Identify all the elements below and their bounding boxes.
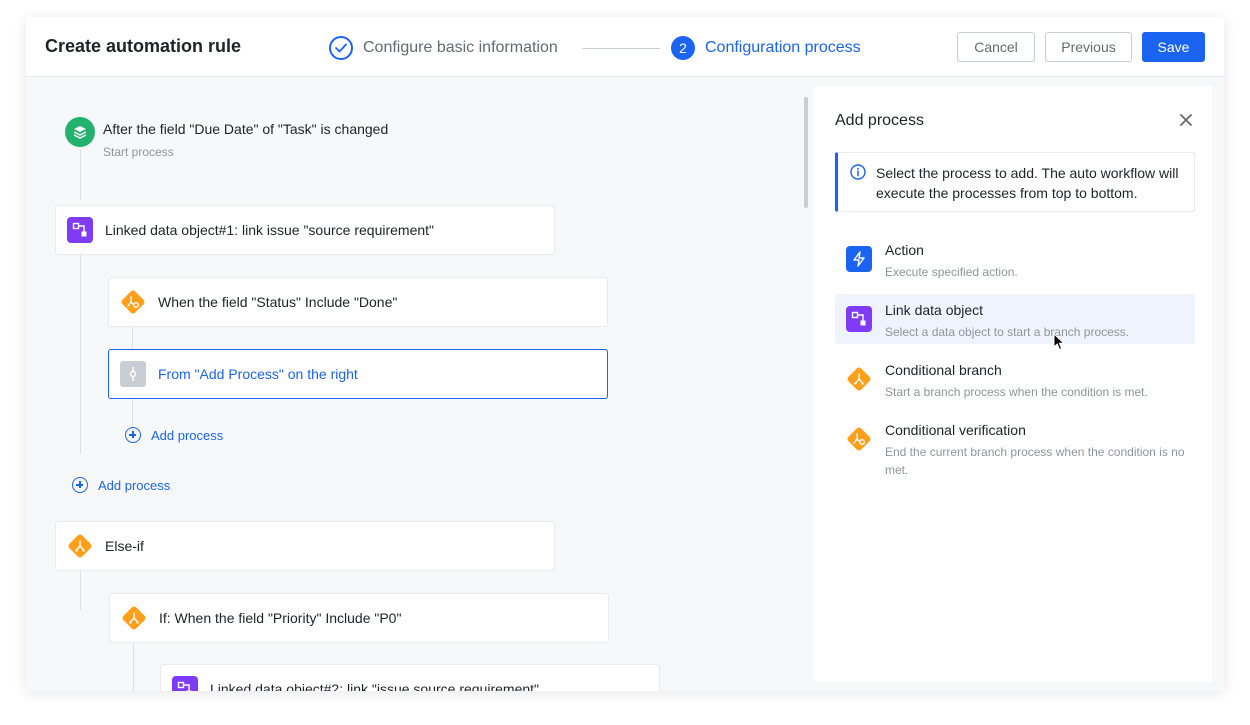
flow-canvas[interactable]: After the field "Due Date" of "Task" is … — [26, 78, 814, 691]
conditional-verification-icon — [846, 426, 872, 452]
option-conditional-verification[interactable]: Conditional verification End the current… — [835, 414, 1195, 478]
flow-connector — [80, 150, 81, 200]
flow-connector — [80, 570, 81, 610]
option-conditional-branch[interactable]: Conditional branch Start a branch proces… — [835, 354, 1195, 404]
start-trigger-subtitle: Start process — [103, 145, 174, 159]
node-label: When the field "Status" Include "Done" — [158, 294, 398, 310]
option-description: Select a data object to start a branch p… — [885, 325, 1130, 339]
node-label: Linked data object#1: link issue "source… — [105, 222, 435, 238]
check-icon — [329, 36, 353, 60]
step-connector — [582, 48, 660, 49]
option-link-data-object[interactable]: Link data object Select a data object to… — [835, 294, 1195, 344]
node-label: If: When the field "Priority" Include "P… — [159, 610, 402, 626]
link-data-object-icon — [172, 676, 198, 691]
add-process-outer-button[interactable]: Add process — [72, 477, 170, 493]
conditional-branch-icon — [121, 605, 147, 631]
placeholder-icon — [120, 361, 146, 387]
start-trigger-title[interactable]: After the field "Due Date" of "Task" is … — [103, 121, 388, 137]
previous-button[interactable]: Previous — [1045, 32, 1132, 62]
step-number-badge: 2 — [671, 36, 695, 60]
add-process-inner-button[interactable]: Add process — [125, 427, 223, 443]
step-label: Configuration process — [705, 39, 861, 56]
flow-node-linked-data-object-2[interactable]: Linked data object#2: link "issue source… — [160, 664, 660, 691]
option-name: Conditional verification — [885, 422, 1026, 438]
node-label: Else-if — [105, 538, 144, 554]
link-data-object-icon — [67, 217, 93, 243]
option-action[interactable]: Action Execute specified action. — [835, 234, 1195, 284]
add-process-label: Add process — [151, 427, 224, 443]
flow-node-if-priority[interactable]: If: When the field "Priority" Include "P… — [109, 593, 609, 643]
add-process-label: Add process — [98, 477, 171, 493]
option-name: Link data object — [885, 302, 984, 318]
option-name: Action — [885, 242, 924, 258]
conditional-verification-icon — [120, 289, 146, 315]
step-configure-basic-information[interactable]: Configure basic information — [329, 36, 558, 60]
option-name: Conditional branch — [885, 362, 1002, 378]
option-description: End the current branch process when the … — [885, 445, 1185, 477]
mouse-pointer-icon — [1053, 332, 1066, 356]
node-label: From "Add Process" on the right — [158, 366, 358, 382]
canvas-scrollbar[interactable] — [804, 97, 808, 208]
option-description: Start a branch process when the conditio… — [885, 385, 1148, 399]
conditional-branch-icon — [67, 533, 93, 559]
lightning-icon — [846, 246, 872, 272]
add-circle-icon — [72, 477, 88, 493]
close-icon[interactable] — [1176, 110, 1196, 130]
add-process-panel: Add process Select the process to add. T… — [814, 86, 1212, 682]
flow-node-else-if[interactable]: Else-if — [55, 521, 555, 571]
node-label: Linked data object#2: link "issue source… — [210, 681, 540, 691]
notice-text: Select the process to add. The auto work… — [876, 165, 1179, 201]
layers-icon — [65, 117, 95, 147]
add-circle-icon — [125, 427, 141, 443]
step-label: Configure basic information — [363, 39, 558, 56]
flow-node-linked-data-object-1[interactable]: Linked data object#1: link issue "source… — [55, 205, 555, 255]
page-title: Create automation rule — [45, 36, 242, 56]
option-description: Execute specified action. — [885, 265, 1018, 279]
flow-connector — [133, 643, 134, 691]
automation-rule-dialog: Create automation rule Configure basic i… — [26, 17, 1224, 691]
dialog-header: Create automation rule Configure basic i… — [26, 17, 1224, 77]
step-configuration-process[interactable]: 2 Configuration process — [671, 36, 861, 60]
info-notice: Select the process to add. The auto work… — [835, 152, 1195, 212]
panel-title: Add process — [835, 112, 924, 129]
flow-connector — [80, 254, 81, 454]
save-button[interactable]: Save — [1142, 32, 1205, 62]
link-data-object-icon — [846, 306, 872, 332]
flow-node-conditional-verification[interactable]: When the field "Status" Include "Done" — [108, 277, 608, 327]
cancel-button[interactable]: Cancel — [957, 32, 1035, 62]
info-icon — [850, 164, 866, 180]
conditional-branch-icon — [846, 366, 872, 392]
flow-node-placeholder[interactable]: From "Add Process" on the right — [108, 349, 608, 399]
